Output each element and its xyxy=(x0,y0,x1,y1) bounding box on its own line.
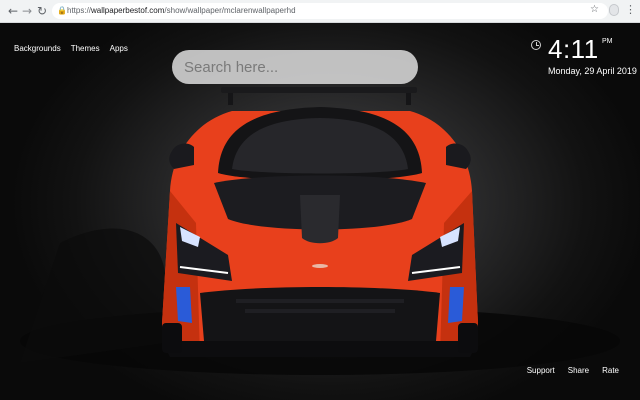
reload-icon[interactable]: ↻ xyxy=(36,4,48,18)
lock-icon: 🔒 xyxy=(57,6,67,15)
share-link[interactable]: Share xyxy=(568,366,589,376)
clock-date: Monday, 29 April 2019 xyxy=(548,66,637,76)
url-host: wallpaperbestof.com xyxy=(91,6,165,15)
support-link[interactable]: Support xyxy=(527,366,555,376)
extension-icon[interactable] xyxy=(609,4,619,16)
top-nav: Backgrounds Themes Apps xyxy=(14,44,128,54)
search-box xyxy=(172,50,418,84)
search-input[interactable] xyxy=(184,58,404,76)
browser-toolbar: ← → ↻ 🔒 https://wallpaperbestof.com/show… xyxy=(0,0,640,23)
url-path: /show/wallpaper/mclarenwallpaperhd xyxy=(164,6,296,15)
clock-ampm: PM xyxy=(602,38,613,45)
browser-menu-icon[interactable]: ⋮ xyxy=(625,3,636,17)
back-arrow-icon[interactable]: ← xyxy=(7,4,19,18)
new-tab-page: Backgrounds Themes Apps 4:11 PM Monday, … xyxy=(0,23,640,400)
nav-apps-link[interactable]: Apps xyxy=(110,44,128,54)
bookmark-star-icon[interactable]: ☆ xyxy=(590,3,599,17)
footer-links: Support Share Rate xyxy=(527,366,619,376)
forward-arrow-icon[interactable]: → xyxy=(21,4,33,18)
nav-themes-link[interactable]: Themes xyxy=(71,44,100,54)
address-bar[interactable]: 🔒 https://wallpaperbestof.com/show/wallp… xyxy=(52,3,608,19)
clock-widget: 4:11 PM Monday, 29 April 2019 xyxy=(531,34,637,77)
clock-time: 4:11 xyxy=(548,34,599,64)
clock-icon[interactable] xyxy=(531,40,541,50)
url-prefix: https:// xyxy=(67,6,92,15)
rate-link[interactable]: Rate xyxy=(602,366,619,376)
nav-backgrounds-link[interactable]: Backgrounds xyxy=(14,44,61,54)
url-text[interactable]: https://wallpaperbestof.com/show/wallpap… xyxy=(67,5,296,17)
